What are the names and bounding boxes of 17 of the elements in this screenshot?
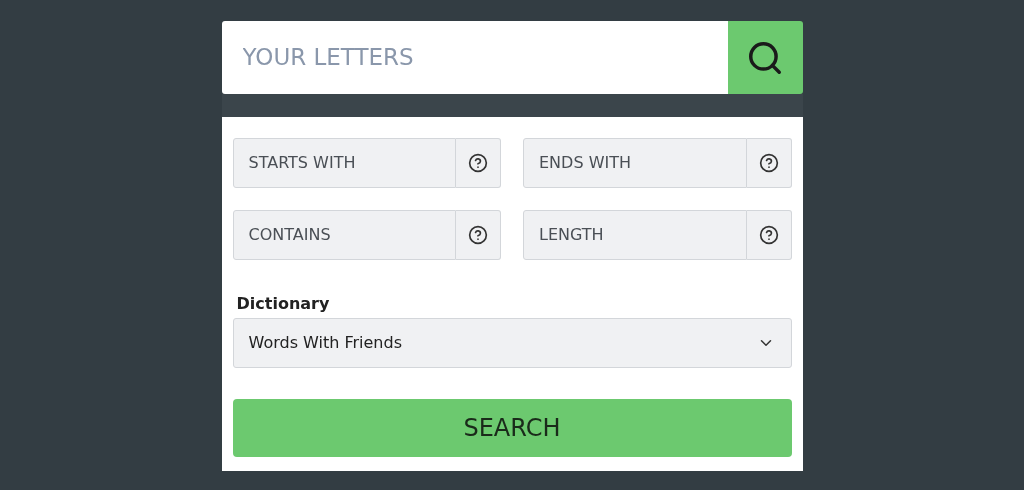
filter-field[interactable]: CONTAINS [232,210,456,260]
submit-button[interactable]: SEARCH [232,399,792,457]
help-icon [468,153,488,173]
help-button[interactable] [746,210,792,260]
help-icon [758,153,779,173]
help-icon [468,225,488,245]
help-button[interactable] [456,138,501,188]
filter-field[interactable]: STARTS WITH [232,138,456,188]
search-button[interactable] [727,21,803,94]
filter-field[interactable]: ENDS WITH [523,138,747,188]
help-button[interactable] [456,210,501,260]
filter-field[interactable]: LENGTH [523,210,747,260]
help-icon [758,225,779,245]
dictionary-select[interactable]: Words With Friends [232,318,792,368]
help-button[interactable] [746,138,792,188]
dictionary-label: Dictionary [236,294,331,314]
letters-field[interactable]: YOUR LETTERS [221,21,728,94]
